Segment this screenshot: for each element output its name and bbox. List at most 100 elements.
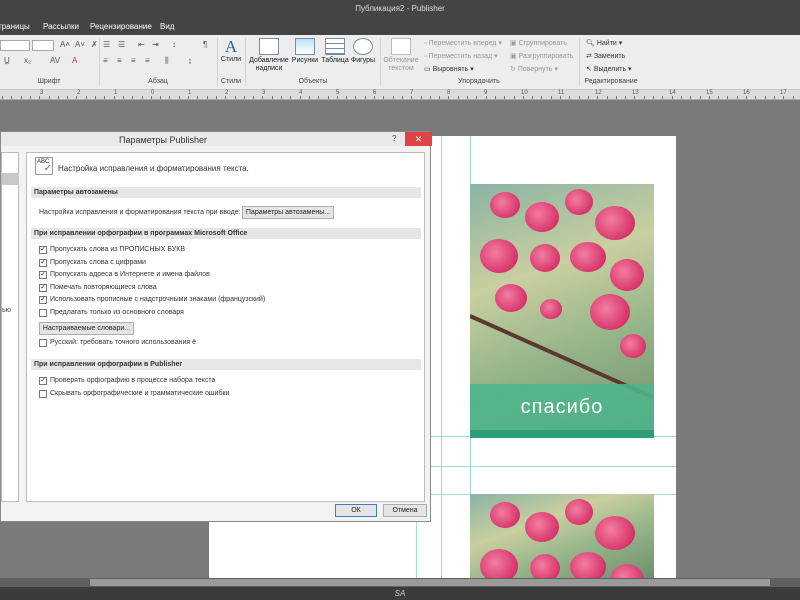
ruler-tick <box>727 96 729 99</box>
find-button[interactable]: 🔍︎ Найти ▾ <box>586 39 622 47</box>
underline-icon[interactable]: U̲ <box>4 56 10 65</box>
option-label[interactable]: Предлагать только из основного словаря <box>50 309 184 316</box>
ruler-tick <box>374 96 375 99</box>
strikethrough-icon[interactable]: x₂ <box>24 56 31 65</box>
dialog-title-bar[interactable]: Параметры Publisher ? ✕ <box>1 132 432 146</box>
numbering-icon[interactable]: ☰ <box>118 40 125 49</box>
ruler-tick <box>76 96 78 99</box>
ruler-tick <box>122 96 124 99</box>
ruler-number: 14 <box>669 90 676 96</box>
align-right-icon[interactable]: ≡ <box>131 56 136 65</box>
ruler-number: 6 <box>373 90 377 96</box>
rotate-button[interactable]: ↻ Повернуть ▾ <box>510 65 558 73</box>
columns-icon[interactable]: ⫼ <box>165 56 169 66</box>
bring-forward-button[interactable]: ▫ Переместить вперед ▾ <box>424 39 502 47</box>
option-checkbox[interactable]: ✓ <box>39 377 47 385</box>
line-spacing-icon[interactable]: ↕ <box>172 40 176 49</box>
grow-font-icon[interactable]: A˄ <box>60 40 70 49</box>
align-center-icon[interactable]: ≡ <box>117 56 122 65</box>
justify-icon[interactable]: ≡ <box>145 56 150 65</box>
clear-format-icon[interactable]: ✗ <box>91 40 98 49</box>
replace-button[interactable]: ⇄ Заменить <box>586 52 625 60</box>
option-label[interactable]: Пропускать слова с цифрами <box>50 259 146 266</box>
option-label[interactable]: Помечать повторяющиеся слова <box>50 284 157 291</box>
ruler-tick <box>215 96 217 99</box>
styles-button[interactable]: A Стили <box>219 38 243 64</box>
ok-button[interactable]: ОК <box>335 504 377 517</box>
ungroup-icon: ▣ <box>510 53 519 60</box>
card-photo[interactable]: спасибо <box>470 184 654 438</box>
card-photo[interactable] <box>470 494 654 578</box>
tab-mailings[interactable]: Рассылки <box>43 22 79 31</box>
bullets-icon[interactable]: ☰ <box>103 40 110 49</box>
option-label[interactable]: Пропускать адреса в Интернете и имена фа… <box>50 271 210 278</box>
table-button[interactable]: Таблица <box>320 38 350 65</box>
font-size-box[interactable] <box>32 40 54 51</box>
font-color-icon[interactable]: A <box>72 56 77 65</box>
help-button[interactable]: ? <box>392 134 396 143</box>
shrink-font-icon[interactable]: A˅ <box>75 40 85 49</box>
ruler-number: 9 <box>484 90 488 96</box>
option-label[interactable]: Пропускать слова из ПРОПИСНЫХ БУКВ <box>50 246 185 253</box>
russian-yo-label[interactable]: Русский: требовать точного использования… <box>50 339 196 346</box>
scrollbar-thumb[interactable] <box>90 579 770 586</box>
ruler-tick <box>327 96 329 99</box>
title-bar: Публикация2 - Publisher <box>0 0 800 18</box>
send-backward-button[interactable]: ▫ Переместить назад ▾ <box>424 52 498 60</box>
ruler-tick <box>773 96 775 99</box>
close-icon: ✕ <box>414 134 423 144</box>
ruler-tick <box>271 96 273 99</box>
char-spacing-icon[interactable]: AV <box>50 56 60 65</box>
pictures-button[interactable]: Рисунки <box>291 38 319 65</box>
option-checkbox[interactable]: ✓ <box>39 258 47 267</box>
ruler-number: 8 <box>447 90 451 96</box>
option-checkbox[interactable]: ✓ <box>39 296 47 304</box>
shapes-button[interactable]: Фигуры <box>350 38 376 65</box>
horizontal-scrollbar[interactable] <box>0 578 800 587</box>
category-label[interactable]: ью <box>2 307 11 314</box>
decrease-indent-icon[interactable]: ⇤ <box>138 40 145 49</box>
option-checkbox[interactable]: ✓ <box>39 283 47 292</box>
ruler-tick <box>764 96 766 99</box>
group-font-label: Шрифт <box>37 78 61 85</box>
paragraph-spacing-icon[interactable]: ↨ <box>188 56 192 65</box>
tab-view[interactable]: Вид <box>160 22 174 31</box>
ungroup-button[interactable]: ▣ Разгруппировать <box>510 52 573 60</box>
option-checkbox[interactable] <box>39 389 47 398</box>
category-selected[interactable] <box>2 173 19 185</box>
option-label[interactable]: Скрывать орфографические и грамматически… <box>50 390 229 397</box>
ruler-tick <box>653 96 654 99</box>
russian-yo-checkbox[interactable] <box>39 339 47 347</box>
select-button[interactable]: ↖ Выделить ▾ <box>586 65 632 73</box>
option-label[interactable]: Проверять орфографию в процессе набора т… <box>50 377 215 384</box>
font-name-box[interactable] <box>0 40 30 51</box>
cancel-button[interactable]: Отмена <box>383 504 427 517</box>
group-button[interactable]: ▣ Сгруппировать <box>510 39 567 47</box>
ruler-tick <box>634 96 636 99</box>
ruler-tick <box>401 96 403 99</box>
close-button[interactable]: ✕ <box>405 132 432 146</box>
ruler-number: 7 <box>410 90 414 96</box>
tab-review[interactable]: Рецензирование <box>90 22 152 31</box>
add-text-box-button[interactable]: Добавление надписи <box>249 38 289 73</box>
wrap-text-button[interactable]: Обтекание текстом <box>382 38 420 73</box>
horizontal-ruler[interactable]: 3210123456789101112131415161718 <box>0 90 800 100</box>
ruler-tick <box>699 96 701 99</box>
increase-indent-icon[interactable]: ⇥ <box>152 40 159 49</box>
autocorrect-options-button[interactable]: Параметры автозамены... <box>242 206 334 219</box>
ruler-tick <box>578 96 580 99</box>
custom-dictionaries-button[interactable]: Настраиваемые словари... <box>39 322 134 335</box>
option-checkbox[interactable]: ✓ <box>39 246 47 254</box>
group-editing-label: Редактирование <box>584 78 638 85</box>
option-label[interactable]: Использовать прописные с надстрочными зн… <box>50 296 265 303</box>
options-categories-pane[interactable]: ью <box>1 152 19 502</box>
pilcrow-icon[interactable]: ¶ <box>203 40 207 49</box>
option-checkbox[interactable]: ✓ <box>39 271 47 279</box>
align-button[interactable]: ▭ Выровнять ▾ <box>424 65 474 73</box>
ruler-tick <box>671 96 673 99</box>
ruler-tick <box>225 96 227 99</box>
tab-page-design[interactable]: траницы <box>0 22 30 31</box>
align-left-icon[interactable]: ≡ <box>103 56 108 65</box>
option-checkbox[interactable] <box>39 308 47 317</box>
ruler-number: 2 <box>77 90 81 96</box>
